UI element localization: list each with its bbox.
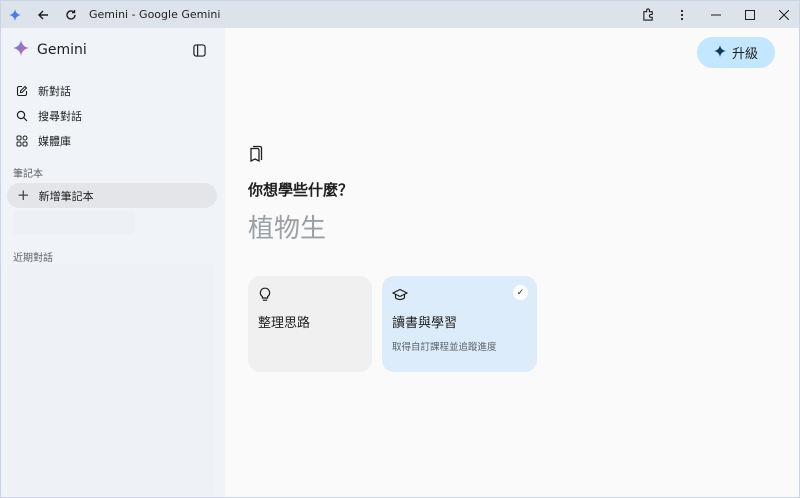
title-bar: Gemini - Google Gemini <box>1 1 799 28</box>
page-title: 你想學些什麼？ <box>248 181 354 199</box>
recent-section-label: 近期對話 <box>13 253 53 264</box>
card-organize-thoughts[interactable]: 整理思路 <box>248 276 372 372</box>
sidebar-toggle-icon[interactable] <box>190 41 208 59</box>
browser-window: Gemini - Google Gemini Gemini 新對話 搜尋對話 媒… <box>0 0 800 498</box>
reload-icon[interactable] <box>57 1 85 28</box>
sidebar-item-new-chat[interactable]: 新對話 <box>15 78 215 103</box>
sidebar-item-label: 新對話 <box>38 84 71 98</box>
card-study-learn[interactable]: 讀書與學習 取得自訂課程並追蹤進度 ✓ <box>382 276 537 372</box>
main-content: 升級 你想學些什麼？ 植物生 整理思路 讀書與學習 取得自訂課程並追蹤進度 ✓ <box>225 28 799 497</box>
sidebar-item-media-library[interactable]: 媒體庫 <box>15 128 215 153</box>
sidebar-nav: 新對話 搜尋對話 媒體庫 <box>15 78 215 153</box>
notebook-icon <box>249 145 263 167</box>
sparkle-icon <box>713 44 726 61</box>
graduation-cap-icon <box>392 286 410 304</box>
sidebar-item-search[interactable]: 搜尋對話 <box>15 103 215 128</box>
card-description: 取得自訂課程並追蹤進度 <box>392 342 497 353</box>
topic-input[interactable]: 植物生 <box>248 208 326 245</box>
brand[interactable]: Gemini <box>13 40 87 60</box>
loading-placeholder <box>13 211 135 235</box>
plus-icon: + <box>17 186 30 204</box>
more-options-icon[interactable] <box>665 1 699 28</box>
upgrade-label: 升級 <box>731 47 758 62</box>
card-title: 整理思路 <box>258 316 311 331</box>
edit-icon <box>15 84 29 98</box>
gemini-sparkle-icon <box>1 1 29 28</box>
recent-chats-panel <box>7 264 215 496</box>
checkmark-icon: ✓ <box>513 285 528 300</box>
close-icon[interactable] <box>767 1 799 28</box>
sidebar: Gemini 新對話 搜尋對話 媒體庫 筆記本 + 新增筆記本 近期對話 <box>1 28 225 497</box>
sidebar-item-label: 搜尋對話 <box>38 109 82 123</box>
notebook-section-label: 筆記本 <box>13 169 43 180</box>
gemini-logo-icon <box>13 40 29 60</box>
search-icon <box>15 109 29 123</box>
media-library-icon <box>15 134 29 148</box>
new-notebook-button[interactable]: + 新增筆記本 <box>7 183 217 208</box>
minimize-icon[interactable] <box>699 1 733 28</box>
upgrade-button[interactable]: 升級 <box>697 37 775 68</box>
window-title: Gemini - Google Gemini <box>89 8 221 21</box>
sidebar-item-label: 媒體庫 <box>38 134 71 148</box>
back-arrow-icon[interactable] <box>29 1 57 28</box>
extensions-icon[interactable] <box>631 1 665 28</box>
lightbulb-icon <box>258 286 276 304</box>
new-notebook-label: 新增筆記本 <box>38 189 94 203</box>
brand-name: Gemini <box>37 42 87 58</box>
card-title: 讀書與學習 <box>392 316 458 331</box>
maximize-icon[interactable] <box>733 1 767 28</box>
